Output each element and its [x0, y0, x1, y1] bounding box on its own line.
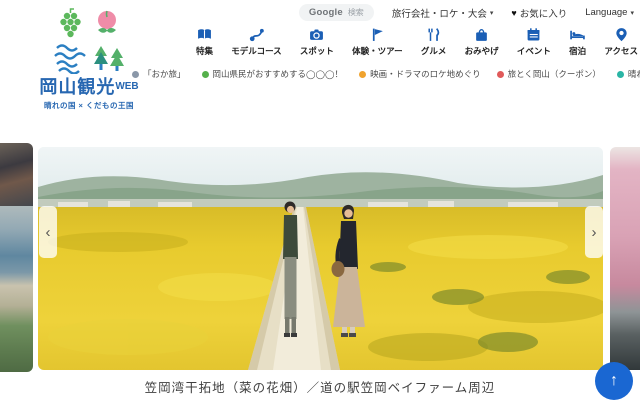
search-label: 検索 — [348, 7, 364, 18]
nav-item-label: 体験・ツアー — [352, 45, 403, 57]
chevron-left-icon: ‹ — [46, 224, 51, 241]
quick-link-hare[interactable]: 晴れシェルジュ — [617, 68, 640, 80]
quick-link-kenmin[interactable]: 岡山県民がおすすめする◯◯◯！ — [202, 68, 344, 80]
calendar-icon — [526, 27, 541, 42]
nav-item-access[interactable]: アクセス — [604, 27, 638, 57]
nav-item-event[interactable]: イベント — [517, 27, 551, 57]
nav-item-label: イベント — [517, 45, 551, 57]
carousel-next-button[interactable]: › — [585, 206, 603, 258]
cutlery-icon — [426, 27, 441, 42]
nav-item-label: 宿泊 — [569, 45, 586, 57]
quick-link-label: 晴れシェルジュ — [628, 68, 640, 80]
logo-tagline: 晴れの国 × くだもの王国 — [44, 100, 134, 111]
nav-item-spot[interactable]: スポット — [300, 27, 334, 57]
bullet-dot-icon — [497, 71, 504, 78]
nav-item-label: 特集 — [196, 45, 213, 57]
chevron-down-icon: ▾ — [630, 9, 634, 17]
agency-menu[interactable]: 旅行会社・ロケ・大会 ▾ — [392, 6, 494, 20]
top-utility-bar: Google 検索 旅行会社・ロケ・大会 ▾ ♥ お気に入り Language … — [299, 4, 634, 21]
person-left — [283, 202, 298, 338]
favorites-link[interactable]: ♥ お気に入り — [511, 6, 567, 20]
route-icon — [249, 27, 264, 42]
nav-item-modelcourse[interactable]: モデルコース — [231, 27, 281, 57]
carousel-next-slide-thumb[interactable] — [610, 147, 640, 370]
prev-slide-coast-image — [0, 206, 33, 372]
book-icon — [197, 27, 212, 42]
hero-flower-field-image — [38, 147, 603, 370]
quick-link-loke[interactable]: 映画・ドラマのロケ地めぐり — [359, 68, 481, 80]
bullet-dot-icon — [359, 71, 366, 78]
nav-item-shukuhaku[interactable]: 宿泊 — [569, 27, 586, 57]
bag-icon — [474, 27, 489, 42]
nav-item-gourmet[interactable]: グルメ — [421, 27, 447, 57]
nav-item-tokushu[interactable]: 特集 — [196, 27, 213, 57]
nav-item-label: モデルコース — [231, 45, 281, 57]
bullet-dot-icon — [617, 71, 624, 78]
back-to-top-button[interactable]: ↑ — [595, 362, 633, 400]
nav-item-label: スポット — [300, 45, 334, 57]
bullet-dot-icon — [202, 71, 209, 78]
bed-icon — [570, 27, 585, 42]
language-menu[interactable]: Language ▾ — [585, 7, 634, 18]
hero-slide[interactable] — [38, 147, 603, 370]
carousel-prev-button[interactable]: ‹ — [39, 206, 57, 258]
site-logo[interactable]: 岡山観光WEB 晴れの国 × くだもの王国 — [28, 8, 150, 111]
flag-icon — [370, 27, 385, 42]
pin-icon — [614, 27, 629, 42]
camera-icon — [309, 27, 324, 42]
slide-caption: 笠岡湾干拓地（菜の花畑）／道の駅笠岡ベイファーム周辺 — [0, 377, 640, 396]
nav-item-label: グルメ — [421, 45, 447, 57]
nav-item-taiken[interactable]: 体験・ツアー — [352, 27, 403, 57]
quick-link-label: 旅とく岡山（クーポン） — [508, 68, 601, 80]
quick-link-tabitoku[interactable]: 旅とく岡山（クーポン） — [497, 68, 601, 80]
main-nav: 特集 モデルコース スポット 体験・ツアー グルメ おみやげ イベント 宿泊 アクセス — [196, 27, 638, 57]
quick-links: 「おか旅」岡山県民がおすすめする◯◯◯！映画・ドラマのロケ地めぐり旅とく岡山（ク… — [132, 68, 638, 80]
nav-item-label: おみやげ — [465, 45, 499, 57]
google-search-box[interactable]: Google 検索 — [299, 4, 374, 21]
quick-link-label: 映画・ドラマのロケ地めぐり — [370, 68, 481, 80]
page: Google 検索 旅行会社・ロケ・大会 ▾ ♥ お気に入り Language … — [0, 0, 640, 400]
chevron-right-icon: › — [592, 224, 597, 241]
logo-title: 岡山観光WEB — [39, 78, 138, 96]
heart-icon: ♥ — [511, 8, 516, 18]
chevron-down-icon: ▾ — [490, 9, 494, 17]
prev-slide-person-image — [0, 143, 33, 206]
carousel-prev-slide-thumb[interactable] — [0, 143, 33, 372]
google-logo: Google — [309, 7, 343, 18]
logo-pictograms — [49, 8, 129, 74]
arrow-up-icon: ↑ — [610, 373, 618, 389]
quick-link-label: 岡山県民がおすすめする◯◯◯！ — [213, 68, 344, 80]
nav-item-omiyage[interactable]: おみやげ — [465, 27, 499, 57]
nav-item-label: アクセス — [604, 45, 638, 57]
